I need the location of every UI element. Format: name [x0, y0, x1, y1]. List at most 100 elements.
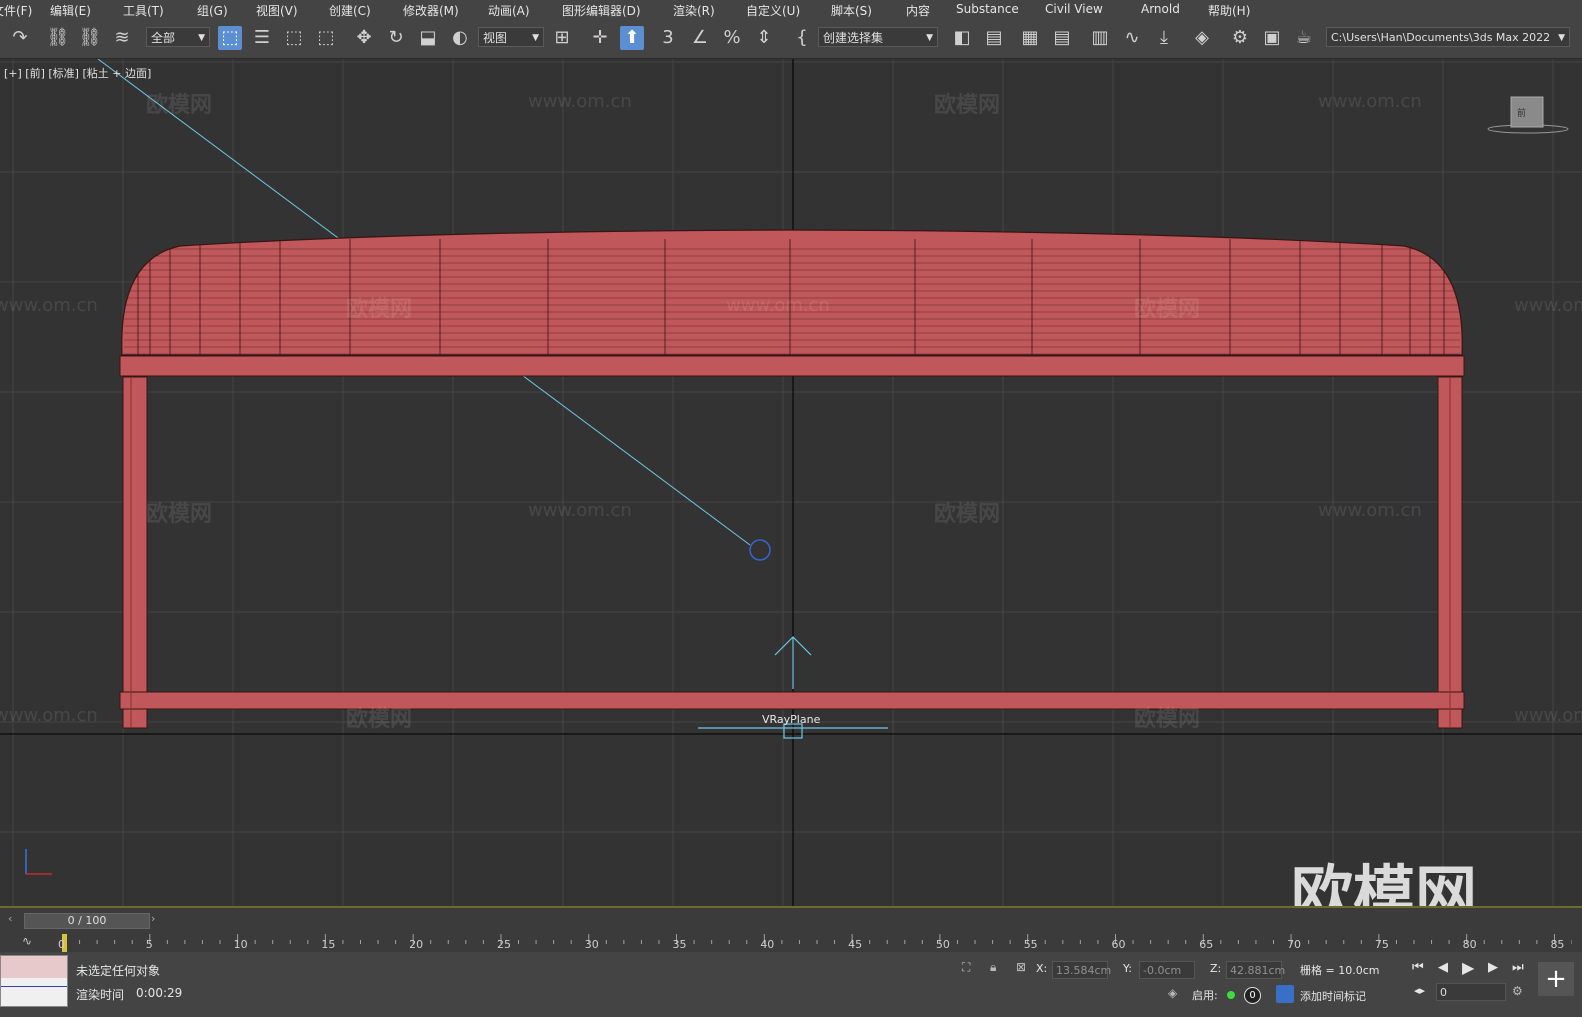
chevron-down-icon: ▼: [926, 33, 933, 43]
key-mode-icon[interactable]: ◂▸: [1414, 984, 1425, 997]
rendered-frame-window-icon[interactable]: ▣: [1260, 26, 1284, 50]
menu-scripting[interactable]: 脚本(S): [831, 2, 872, 19]
move-icon[interactable]: ✥: [352, 26, 376, 50]
viewcube[interactable]: [1487, 96, 1569, 134]
menu-modifiers[interactable]: 修改器(M): [403, 2, 459, 19]
render-production-icon[interactable]: ☕: [1292, 26, 1316, 50]
menu-graph-editors[interactable]: 图形编辑器(D): [562, 2, 641, 19]
align-icon[interactable]: ▤: [982, 26, 1006, 50]
render-setup-icon[interactable]: ⚙: [1228, 26, 1252, 50]
menu-file[interactable]: 文件(F): [0, 2, 32, 19]
named-selection-dropdown[interactable]: 创建选择集 ▼: [818, 27, 938, 47]
y-coordinate-field[interactable]: -0.0cm: [1139, 961, 1195, 979]
create-panel-plus-icon[interactable]: +: [1538, 962, 1574, 996]
brand-watermark: 欧模网: [1290, 858, 1477, 906]
selection-filter-dropdown[interactable]: 全部 ▼: [146, 27, 210, 47]
adaptive-degradation-icon[interactable]: ◈: [1168, 986, 1177, 1000]
go-to-end-icon[interactable]: ⏭: [1512, 960, 1524, 975]
menu-views[interactable]: 视图(V): [256, 2, 298, 19]
viewport-label[interactable]: [+] [前] [标准] [粘土 + 边面]: [4, 65, 151, 81]
z-coordinate-field[interactable]: 42.881cm: [1226, 961, 1285, 979]
watermark-text: 欧模网: [1134, 297, 1201, 322]
ruler-label: 10: [233, 938, 248, 951]
menu-customize[interactable]: 自定义(U): [746, 2, 800, 19]
go-to-start-icon[interactable]: ⏮: [1412, 960, 1424, 975]
x-coordinate-field[interactable]: 13.584cm: [1052, 961, 1111, 979]
scale-icon[interactable]: ⬓: [416, 26, 440, 50]
current-frame-field[interactable]: 0: [1436, 983, 1506, 1001]
timeline-ruler[interactable]: [62, 934, 1572, 952]
spinner-snap-icon[interactable]: ⇕: [752, 26, 776, 50]
add-time-tag-button[interactable]: 添加时间标记: [1300, 988, 1366, 1004]
menu-arnold[interactable]: Arnold: [1141, 2, 1180, 16]
mirror-icon[interactable]: ◧: [950, 26, 974, 50]
schematic-view-icon[interactable]: ⤓: [1152, 26, 1176, 50]
rotate-icon[interactable]: ↻: [384, 26, 408, 50]
toggle-ribbon-icon[interactable]: ▥: [1088, 26, 1112, 50]
absolute-mode-icon[interactable]: ⊠: [1016, 960, 1026, 974]
unlink-icon[interactable]: ⛓: [78, 26, 102, 50]
play-icon[interactable]: ▶: [1462, 958, 1474, 977]
link-icon[interactable]: ⛓: [46, 26, 70, 50]
pivot-center-icon[interactable]: ⊞: [550, 26, 574, 50]
front-viewport[interactable]: [+] [前] [标准] [粘土 + 边面] 前 VRayPlane 欧模网 w…: [0, 59, 1582, 906]
time-config-icon[interactable]: ⚙: [1512, 984, 1523, 998]
menu-substance[interactable]: Substance: [956, 2, 1019, 16]
select-object-icon[interactable]: ⬚: [218, 26, 242, 50]
menu-civil-view[interactable]: Civil View: [1045, 2, 1103, 16]
window-crossing-icon[interactable]: ⬚: [314, 26, 338, 50]
layer-explorer-icon[interactable]: ▤: [1050, 26, 1074, 50]
time-slider[interactable]: 0 / 100: [24, 913, 150, 929]
ruler-label: 50: [935, 938, 950, 951]
menu-rendering[interactable]: 渲染(R): [673, 2, 715, 19]
menu-help[interactable]: 帮助(H): [1208, 2, 1250, 19]
snaps-toggle-icon[interactable]: 3: [656, 26, 680, 50]
angle-snap-icon[interactable]: ∠: [688, 26, 712, 50]
previous-frame-icon[interactable]: ◀: [1438, 960, 1448, 975]
isolate-selection-icon[interactable]: ⛶: [962, 960, 970, 975]
curve-editor-icon[interactable]: ∿: [1120, 26, 1144, 50]
ruler-label: 60: [1111, 938, 1126, 951]
axis-tripod-icon: [25, 849, 52, 875]
rectangular-selection-icon[interactable]: ⬚: [282, 26, 306, 50]
light-target-circle: [749, 539, 771, 561]
redo-icon[interactable]: ↷: [8, 26, 32, 50]
enable-count-badge[interactable]: 0: [1244, 987, 1261, 1004]
keyboard-shortcut-override-icon[interactable]: ⬆: [620, 26, 644, 50]
render-time-value: 0:00:29: [136, 986, 183, 1000]
menu-create[interactable]: 创建(C): [329, 2, 371, 19]
ruler-label: 70: [1287, 938, 1302, 951]
chevron-left-icon[interactable]: ‹: [8, 912, 12, 925]
material-editor-icon[interactable]: ◈: [1190, 26, 1214, 50]
next-frame-icon[interactable]: ▶: [1488, 960, 1498, 975]
watermark-text: 欧模网: [146, 93, 213, 118]
place-icon[interactable]: ◐: [448, 26, 472, 50]
edit-named-selection-icon[interactable]: {: [790, 26, 814, 50]
curve-editor-mini-icon[interactable]: ∿: [22, 934, 32, 948]
menu-animation[interactable]: 动画(A): [488, 2, 530, 19]
watermark-url: www.om.cn: [726, 295, 830, 316]
menu-group[interactable]: 组(G): [197, 2, 228, 19]
scene-explorer-icon[interactable]: ▦: [1018, 26, 1042, 50]
watermark-text: 欧模网: [934, 502, 1001, 527]
selection-status: 未选定任何对象: [76, 964, 161, 978]
maxscript-listener[interactable]: [0, 955, 68, 1007]
time-tag-icon[interactable]: [1276, 985, 1294, 1003]
menu-edit[interactable]: 编辑(E): [50, 2, 91, 19]
watermark-url: www.om.cn: [528, 91, 632, 112]
select-manipulate-icon[interactable]: ✛: [588, 26, 612, 50]
menu-tools[interactable]: 工具(T): [123, 2, 164, 19]
grid-size-text: 栅格 = 10.0cm: [1300, 964, 1380, 977]
reference-coord-value: 视图: [483, 31, 508, 45]
menu-content[interactable]: 内容: [906, 2, 930, 19]
bind-space-warp-icon[interactable]: ≋: [110, 26, 134, 50]
main-toolbar: ↷ ⛓ ⛓ ≋ 全部 ▼ ⬚ ☰ ⬚ ⬚ ✥ ↻ ⬓ ◐ 视图 ▼ ⊞ ✛ ⬆ 3 …: [0, 20, 1582, 59]
watermark-url: www.om.cn: [1514, 295, 1582, 316]
select-by-name-icon[interactable]: ☰: [250, 26, 274, 50]
project-path-dropdown[interactable]: C:\Users\Han\Documents\3ds Max 2022 ▼: [1326, 27, 1570, 47]
lock-icon[interactable]: 🔒︎: [990, 960, 996, 975]
reference-coord-dropdown[interactable]: 视图 ▼: [478, 27, 544, 47]
chevron-right-icon[interactable]: ›: [151, 912, 155, 925]
status-bar: 未选定任何对象 渲染时间 0:00:29 ⛶ 🔒︎ ⊠ X: 13.584cm …: [0, 952, 1582, 1017]
percent-snap-icon[interactable]: %: [720, 26, 744, 50]
